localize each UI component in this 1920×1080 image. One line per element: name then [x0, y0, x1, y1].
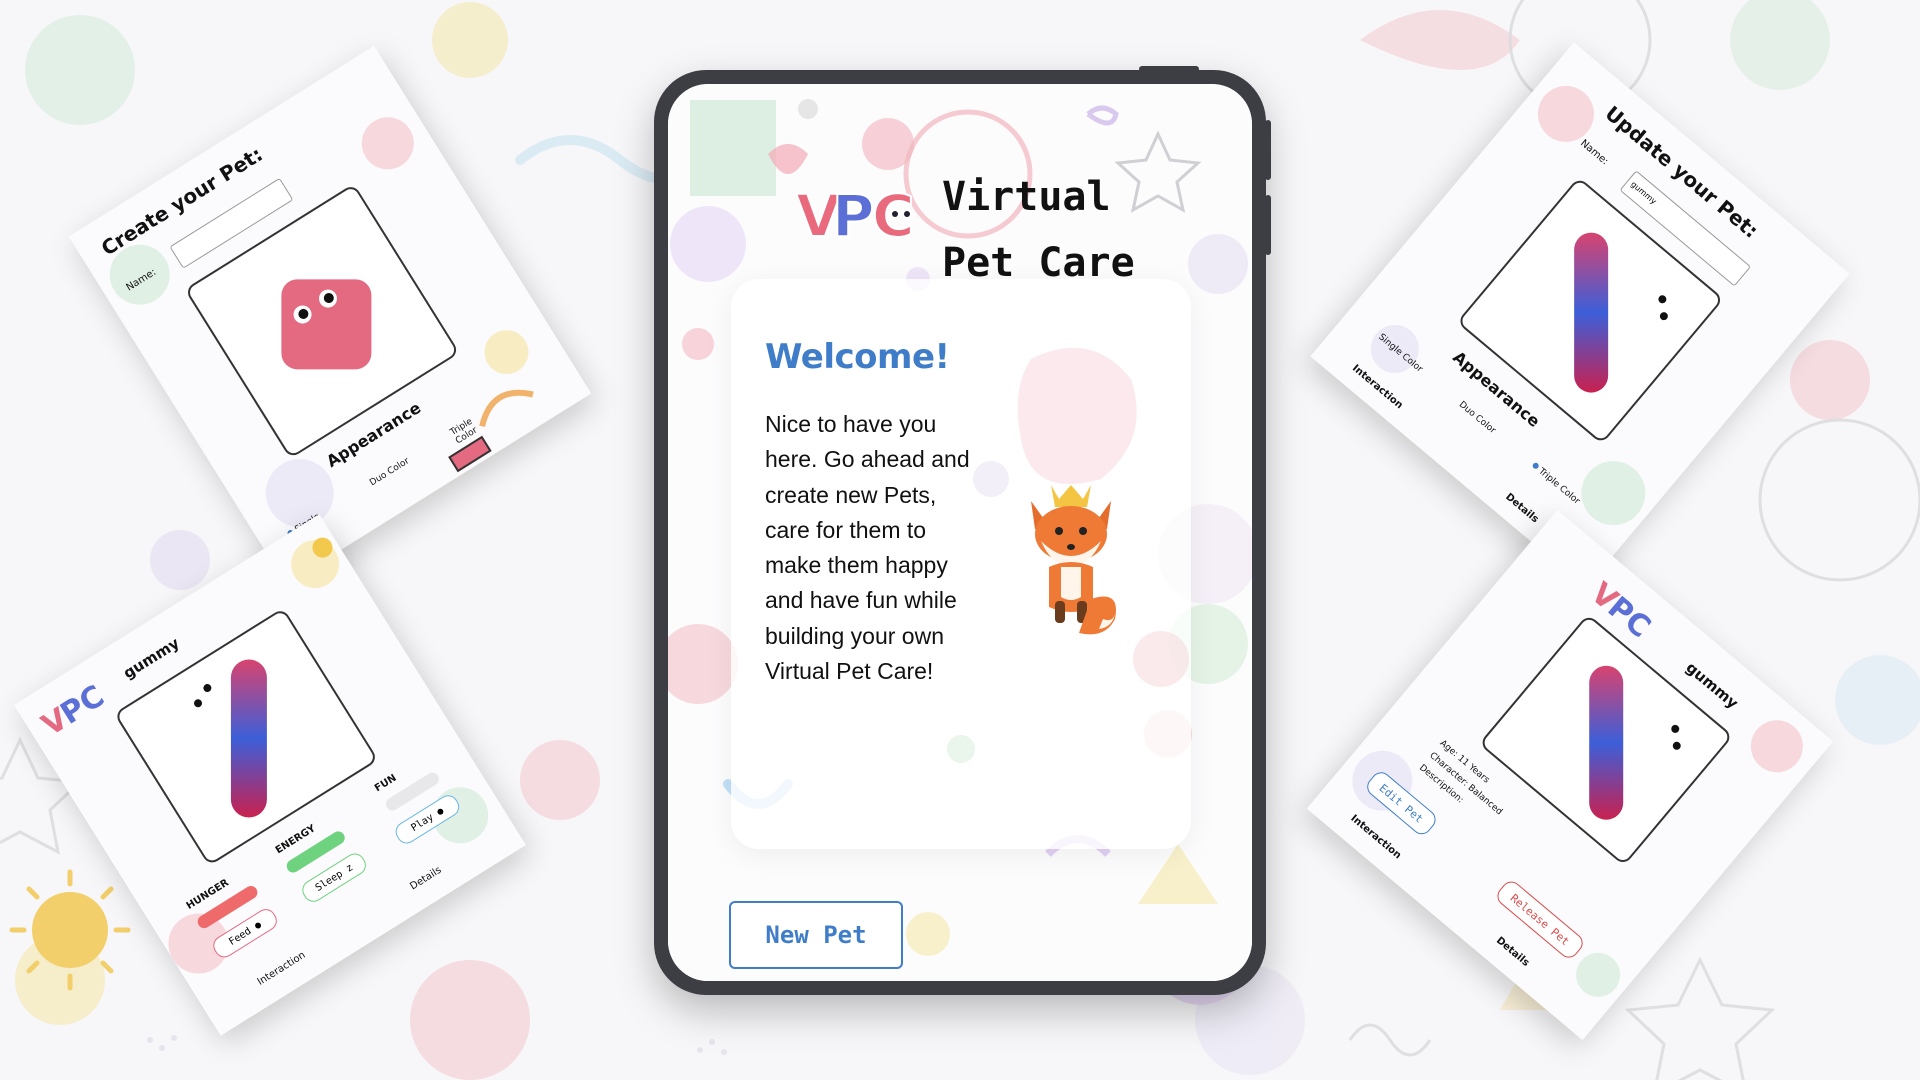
tablet-power-button	[1139, 66, 1199, 72]
option-label: Single Color	[1376, 332, 1425, 375]
release-pet-label: Release Pet	[1507, 891, 1573, 948]
tab-details[interactable]: Details	[1503, 491, 1540, 525]
edit-pet-label: Edit Pet	[1376, 781, 1426, 826]
tab-interaction[interactable]: Interaction	[256, 950, 308, 988]
stat-label-fun: FUN	[372, 772, 399, 795]
welcome-message: Nice to have you here. Go ahead and crea…	[765, 411, 970, 685]
tab-details[interactable]: Details	[408, 865, 443, 893]
option-duo-color[interactable]: Duo Color	[1457, 400, 1502, 440]
cookie-icon: ●	[252, 919, 264, 932]
option-label: Duo Color	[1456, 399, 1498, 437]
vpc-logo: V P C	[796, 181, 916, 251]
app-screen: V P C Virtual Pet Care Welcome! Nice to …	[668, 84, 1252, 981]
pet-preview-box	[1478, 613, 1734, 867]
name-label: Name:	[1578, 137, 1611, 168]
name-label: Name:	[124, 266, 159, 294]
character-value: Balanced	[1465, 782, 1505, 818]
feed-label: Feed	[226, 925, 254, 948]
option-triple-color[interactable]: Triple Color	[1530, 461, 1582, 507]
tablet-volume-button	[1265, 120, 1271, 180]
option-duo-color[interactable]: Duo Color	[368, 453, 416, 488]
tablet-device: V P C Virtual Pet Care Welcome! Nice to …	[654, 66, 1271, 995]
zzz-icon: z	[343, 861, 355, 875]
worm-pet-icon	[1589, 665, 1683, 820]
welcome-heading: Welcome!	[765, 337, 950, 377]
play-label: Play	[409, 811, 436, 834]
app-title-line1: Virtual	[942, 174, 1111, 220]
tablet-volume-button	[1265, 195, 1271, 255]
app-title: Virtual Pet Care	[942, 164, 1135, 296]
option-label: Duo Color	[368, 456, 412, 489]
ball-icon: ●	[434, 805, 446, 818]
option-label: Triple Color	[1536, 466, 1582, 507]
fox-mascot-icon	[1031, 485, 1116, 635]
welcome-card: Welcome! Nice to have you here. Go ahead…	[731, 279, 1191, 849]
tab-details[interactable]: Details	[1494, 935, 1531, 969]
option-single-color[interactable]: Single Color	[1376, 332, 1428, 378]
new-pet-button[interactable]: New Pet	[729, 901, 903, 969]
svg-text:P: P	[832, 182, 875, 250]
sleep-label: Sleep	[313, 868, 345, 894]
radio-selected-icon	[1531, 461, 1540, 471]
name-value: gummy	[1629, 179, 1659, 207]
